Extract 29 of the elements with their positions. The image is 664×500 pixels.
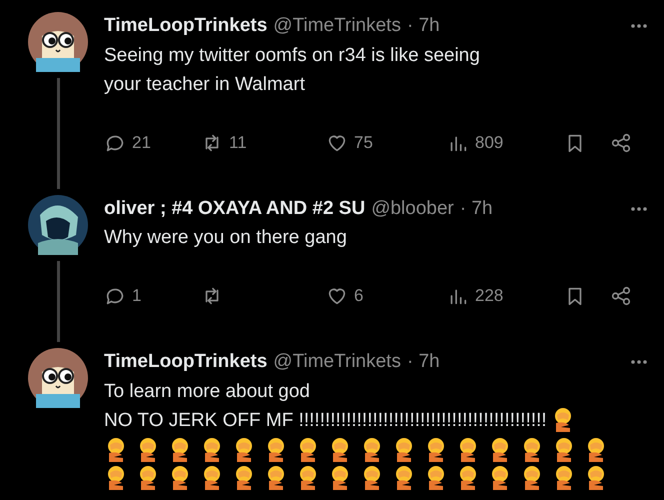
display-name[interactable]: oliver ; #4 OXAYA AND #2 SU [104, 194, 366, 223]
count-text: 1 [132, 285, 142, 308]
handle-text[interactable]: @TimeTrinkets [273, 348, 401, 376]
handle-text[interactable]: @bloober [371, 194, 454, 223]
count-text: 809 [475, 132, 504, 154]
tweet-text: To learn more about god [104, 380, 310, 404]
more-icon[interactable] [630, 23, 648, 30]
avatar-drawing[interactable] [28, 12, 88, 72]
timestamp: · 7h [406, 14, 440, 38]
avatar-drawing[interactable] [28, 348, 88, 408]
more-icon[interactable] [630, 359, 648, 366]
timestamp: · 7h [460, 196, 493, 220]
display-name[interactable]: TimeLoopTrinkets [104, 12, 268, 40]
more-icon[interactable] [630, 206, 648, 212]
tweet-text: NO TO JERK OFF MF !!!!!!!!!!!!!!!!!!!!!!!!!!!!!!!!!!!!!!!!!!!!!!! [104, 408, 547, 432]
tweet-text: Seeing my twitter oomfs on r34 is like seeing [104, 44, 480, 68]
tweet-text: your teacher in Walmart [104, 72, 305, 96]
count-text: 11 [229, 132, 247, 154]
count-text: 228 [475, 285, 504, 308]
display-name[interactable]: TimeLoopTrinkets [104, 348, 268, 376]
tweet-text: Why were you on there gang [104, 226, 347, 250]
count-text: 75 [354, 132, 373, 154]
avatar-drawing[interactable] [28, 194, 88, 254]
share-icon[interactable] [610, 285, 632, 307]
handle-text[interactable]: @TimeTrinkets [273, 12, 401, 40]
count-text: 21 [132, 132, 151, 154]
share-icon[interactable] [610, 132, 632, 154]
count-text: 6 [354, 285, 364, 308]
timestamp: · 7h [406, 350, 440, 374]
